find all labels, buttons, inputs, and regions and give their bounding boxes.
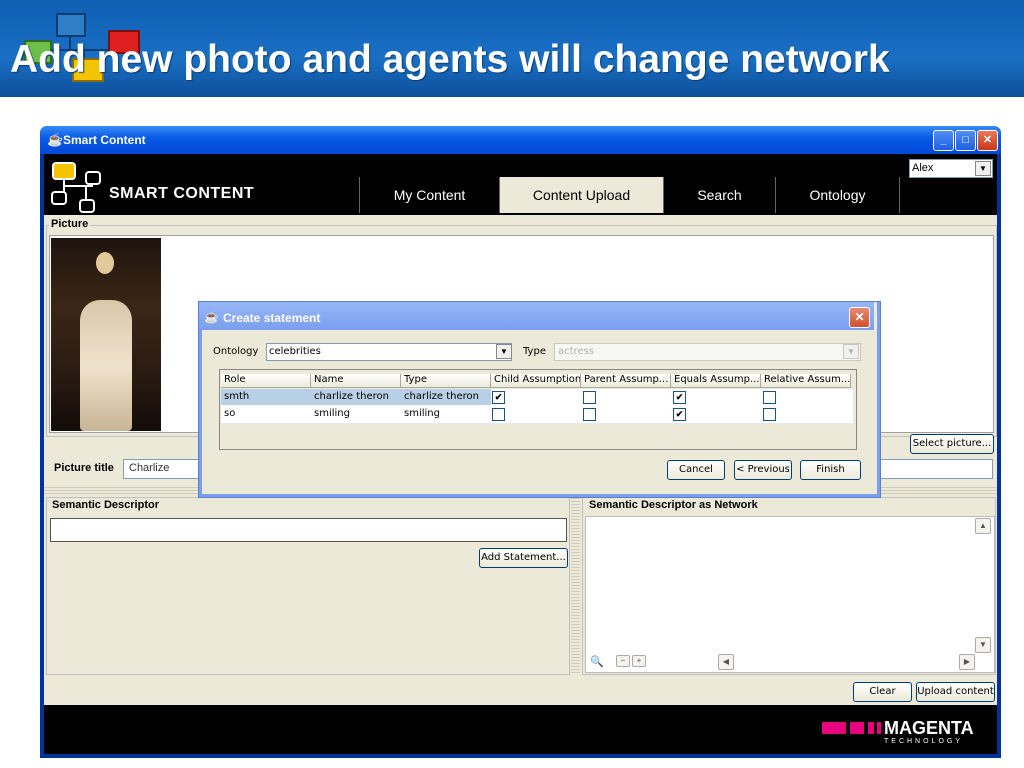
- finish-button[interactable]: Finish: [800, 460, 861, 480]
- relative-assumption-checkbox[interactable]: [763, 391, 776, 404]
- smart-content-logo-icon: [51, 162, 101, 213]
- zoom-out-icon[interactable]: −: [616, 655, 630, 667]
- select-picture-button[interactable]: Select picture...: [910, 434, 994, 454]
- magenta-brand-sub: TECHNOLOGY: [884, 738, 964, 745]
- type-value: actress: [558, 346, 595, 357]
- equals-assumption-checkbox[interactable]: ✔: [673, 408, 686, 421]
- cell-type[interactable]: smiling: [401, 406, 491, 422]
- add-statement-button[interactable]: Add Statement...: [479, 548, 568, 568]
- cell-role[interactable]: smth: [221, 389, 311, 405]
- scroll-left-icon[interactable]: ◀: [718, 654, 734, 670]
- close-button[interactable]: ✕: [977, 130, 998, 151]
- previous-button[interactable]: < Previous: [734, 460, 792, 480]
- photo-figure-head: [96, 252, 114, 274]
- tab-ontology[interactable]: Ontology: [775, 177, 900, 213]
- chevron-down-icon[interactable]: ▼: [496, 344, 512, 359]
- dialog-title: Create statement: [223, 311, 321, 325]
- relative-assumption-checkbox[interactable]: [763, 408, 776, 421]
- network-canvas: [585, 516, 995, 673]
- scroll-up-icon[interactable]: ▲: [975, 518, 991, 534]
- zoom-icon[interactable]: 🔍: [590, 655, 608, 669]
- cell-name[interactable]: charlize theron: [311, 389, 401, 405]
- scroll-right-icon[interactable]: ▶: [959, 654, 975, 670]
- tab-content-upload[interactable]: Content Upload: [499, 177, 663, 213]
- java-cup-icon: ☕: [204, 310, 219, 324]
- minimize-button[interactable]: _: [933, 130, 954, 151]
- parent-assumption-checkbox[interactable]: [583, 408, 596, 421]
- chevron-down-icon[interactable]: ▼: [975, 161, 991, 176]
- slide-title: Add new photo and agents will change net…: [10, 38, 890, 81]
- type-label: Type: [523, 346, 546, 357]
- magenta-logo-bar: [850, 722, 864, 734]
- equals-assumption-checkbox[interactable]: ✔: [673, 391, 686, 404]
- tab-search[interactable]: Search: [663, 177, 775, 213]
- logo-node-blue: [56, 13, 86, 37]
- tab-my-content[interactable]: My Content: [359, 177, 499, 213]
- cell-type[interactable]: charlize theron: [401, 389, 491, 405]
- child-assumption-checkbox[interactable]: [492, 408, 505, 421]
- column-header-name[interactable]: Name: [311, 374, 401, 388]
- vertical-splitter[interactable]: [571, 495, 580, 675]
- cell-role[interactable]: so: [221, 406, 311, 422]
- magenta-logo-bar: [877, 722, 881, 734]
- column-header-equals[interactable]: Equals Assump...: [671, 374, 761, 388]
- java-cup-icon: ☕: [47, 132, 64, 147]
- type-select: [554, 343, 861, 361]
- column-header-parent[interactable]: Parent Assump...: [581, 374, 671, 388]
- chevron-down-icon: ▼: [843, 344, 859, 359]
- picture-title-label: Picture title: [54, 462, 114, 474]
- ontology-value: celebrities: [269, 346, 321, 357]
- magenta-logo-bar: [868, 722, 874, 734]
- brand-name: SMART CONTENT: [109, 185, 255, 202]
- column-header-role[interactable]: Role: [221, 374, 311, 388]
- cell-name[interactable]: smiling: [311, 406, 401, 422]
- clear-button[interactable]: Clear: [853, 682, 912, 702]
- column-header-relative[interactable]: Relative Assum...: [761, 374, 851, 388]
- user-select-value: Alex: [912, 162, 934, 174]
- semantic-descriptor-label: Semantic Descriptor: [50, 499, 161, 511]
- photo-figure: [80, 300, 132, 431]
- magenta-brand: MAGENTA: [884, 718, 974, 738]
- child-assumption-checkbox[interactable]: ✔: [492, 391, 505, 404]
- window-titlebar[interactable]: [40, 126, 1001, 154]
- column-header-child[interactable]: Child Assumption: [491, 374, 581, 388]
- column-header-type[interactable]: Type: [401, 374, 491, 388]
- picture-title-value: Charlize: [129, 462, 170, 474]
- picture-label: Picture: [49, 218, 91, 230]
- zoom-in-icon[interactable]: +: [632, 655, 646, 667]
- ontology-label: Ontology: [213, 346, 259, 357]
- window-title: Smart Content: [63, 133, 146, 147]
- maximize-button[interactable]: □: [955, 130, 976, 151]
- scroll-down-icon[interactable]: ▼: [975, 637, 991, 653]
- magenta-logo-bar: [822, 722, 846, 734]
- network-label: Semantic Descriptor as Network: [587, 499, 760, 511]
- cancel-button[interactable]: Cancel: [667, 460, 725, 480]
- semantic-descriptor-input[interactable]: [50, 518, 567, 542]
- parent-assumption-checkbox[interactable]: [583, 391, 596, 404]
- dialog-close-button[interactable]: ✕: [849, 307, 870, 328]
- upload-content-button[interactable]: Upload content: [916, 682, 995, 702]
